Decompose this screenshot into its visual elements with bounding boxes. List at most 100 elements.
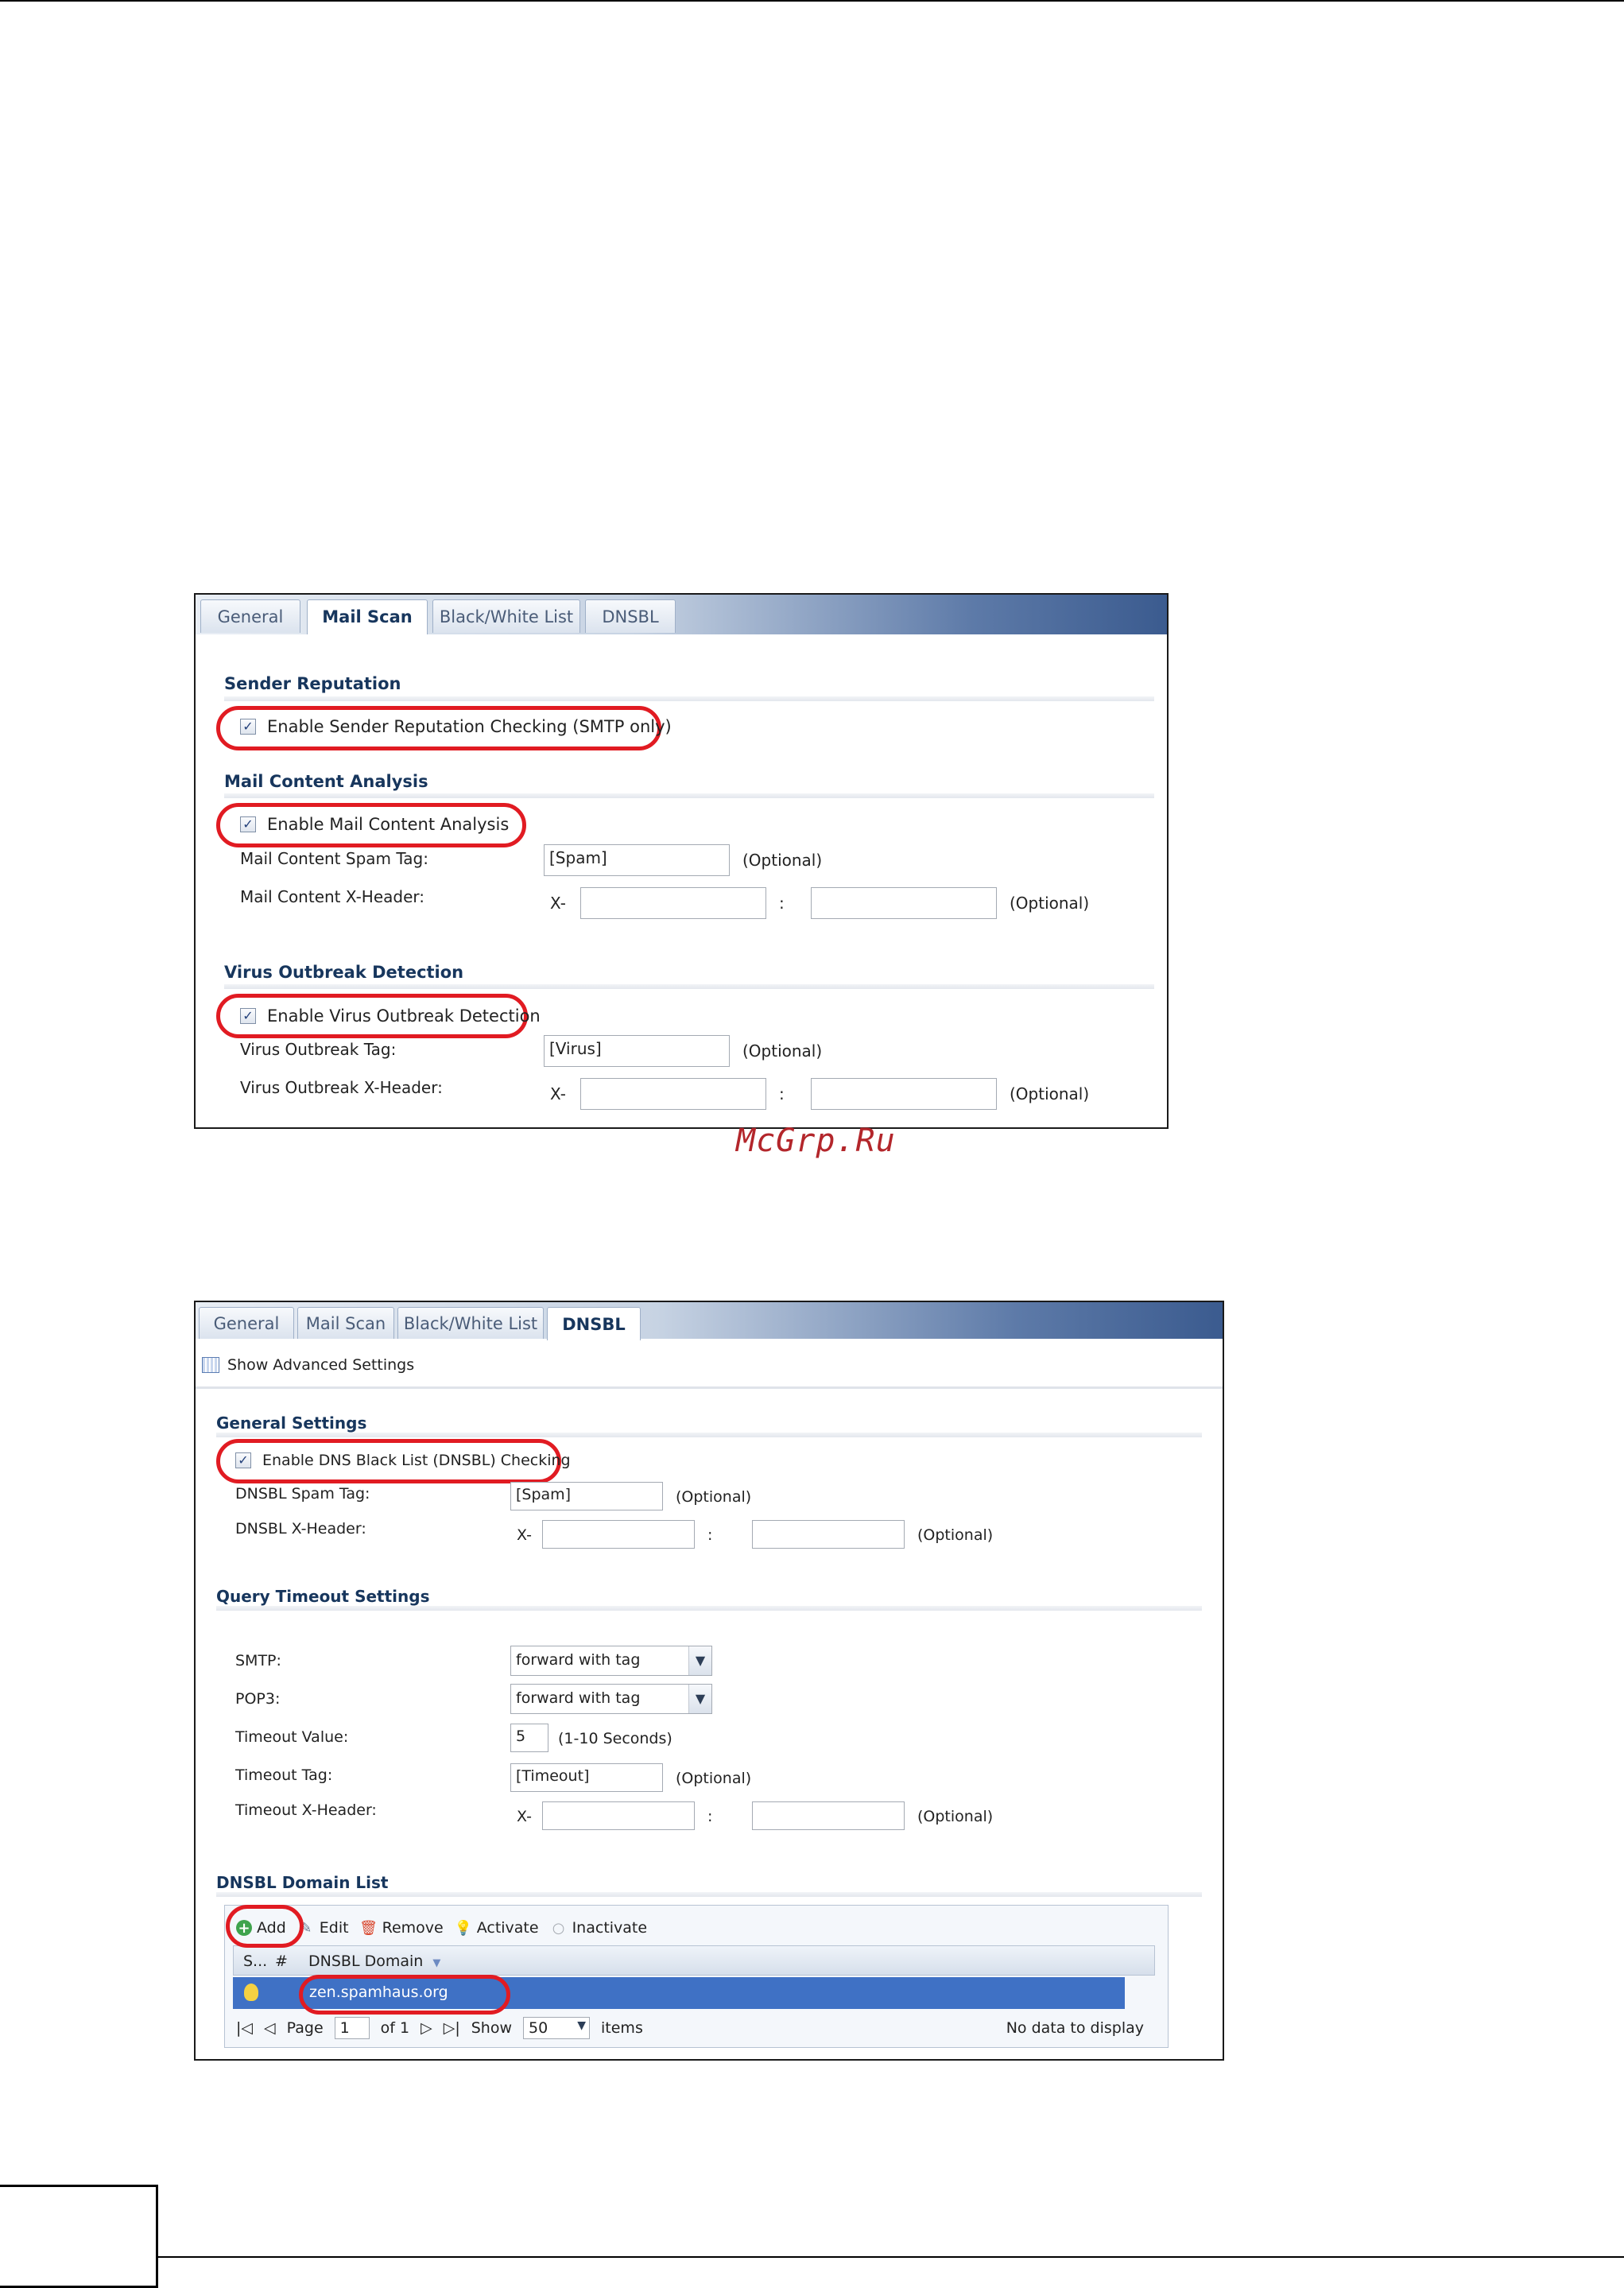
column-header-status[interactable]: S...: [243, 1953, 267, 1970]
colon-separator: :: [779, 894, 785, 913]
colon-separator: :: [779, 1084, 785, 1103]
page-label: Page: [286, 2019, 324, 2037]
watermark: McGrp.Ru: [736, 1123, 896, 1159]
section-divider: [224, 793, 1154, 798]
section-divider: [216, 1892, 1202, 1897]
edit-button-label: Edit: [319, 1919, 349, 1937]
inactivate-button-label: Inactivate: [572, 1919, 648, 1937]
top-rule: [0, 0, 1624, 2]
dnsbl-xheader-name-input[interactable]: [542, 1520, 695, 1549]
tab-mail-scan[interactable]: Mail Scan: [297, 1307, 394, 1339]
section-divider: [224, 984, 1154, 989]
virus-outbreak-xheader-value-input[interactable]: [811, 1078, 997, 1110]
activate-button-label: Activate: [476, 1919, 539, 1937]
mail-content-checkbox[interactable]: ✓: [240, 816, 256, 832]
timeout-value-input[interactable]: 5: [510, 1724, 548, 1752]
section-divider: [196, 1386, 1223, 1389]
section-title-query-timeout: Query Timeout Settings: [216, 1587, 430, 1606]
sender-reputation-checkbox-row[interactable]: ✓ Enable Sender Reputation Checking (SMT…: [240, 717, 672, 736]
highlight-ring: [226, 1905, 304, 1948]
pop3-action-select[interactable]: forward with tag ▼: [510, 1684, 712, 1714]
x-prefix: X-: [517, 1526, 532, 1544]
timeout-xheader-value-input[interactable]: [752, 1801, 905, 1830]
page-number-input[interactable]: 1: [334, 2017, 370, 2039]
previous-page-icon[interactable]: ◁: [264, 2019, 276, 2037]
lightbulb-on-icon: 💡: [454, 1919, 472, 1937]
tab-dnsbl[interactable]: DNSBL: [547, 1307, 641, 1340]
optional-note: (Optional): [1010, 1084, 1090, 1103]
dnsbl-enable-label: Enable DNS Black List (DNSBL) Checking: [262, 1452, 571, 1469]
advanced-settings-icon: [202, 1357, 219, 1373]
mail-content-label: Enable Mail Content Analysis: [267, 815, 510, 834]
dnsbl-enable-checkbox[interactable]: ✓: [235, 1452, 251, 1468]
virus-outbreak-tag-label: Virus Outbreak Tag:: [240, 1040, 397, 1059]
timeout-xheader-label: Timeout X-Header:: [235, 1801, 377, 1819]
sender-reputation-checkbox[interactable]: ✓: [240, 719, 256, 735]
tab-bar: General Mail Scan Black/White List DNSBL: [196, 595, 1167, 634]
pop3-label: POP3:: [235, 1690, 281, 1708]
last-page-icon[interactable]: ▷|: [444, 2019, 460, 2037]
activate-button[interactable]: 💡 Activate: [455, 1919, 539, 1937]
pager-status: No data to display: [1006, 2019, 1144, 2037]
timeout-xheader-name-input[interactable]: [542, 1801, 695, 1830]
tab-general[interactable]: General: [199, 1307, 294, 1339]
tab-general[interactable]: General: [200, 599, 300, 633]
mail-content-xheader-name-input[interactable]: [580, 887, 766, 919]
virus-outbreak-tag-input[interactable]: [Virus]: [544, 1035, 730, 1067]
mail-content-xheader-value-input[interactable]: [811, 887, 997, 919]
section-divider: [224, 696, 1154, 701]
column-header-domain-label: DNSBL Domain: [308, 1953, 424, 1970]
trash-icon: 🗑: [359, 1919, 378, 1937]
virus-outbreak-xheader-name-input[interactable]: [580, 1078, 766, 1110]
virus-outbreak-checkbox-row[interactable]: ✓ Enable Virus Outbreak Detection: [240, 1006, 541, 1026]
section-divider: [216, 1606, 1202, 1611]
tab-mail-scan[interactable]: Mail Scan: [307, 599, 428, 634]
section-title-sender-reputation: Sender Reputation: [224, 674, 401, 693]
dnsbl-xheader-value-input[interactable]: [752, 1520, 905, 1549]
remove-button[interactable]: 🗑 Remove: [359, 1919, 444, 1937]
edit-button[interactable]: ✎ Edit: [297, 1919, 349, 1937]
show-advanced-settings-link[interactable]: Show Advanced Settings: [202, 1356, 414, 1374]
status-lightbulb-icon: [244, 1984, 258, 2001]
optional-note: (Optional): [742, 1041, 823, 1061]
optional-note: (Optional): [676, 1488, 752, 1506]
colon-separator: :: [707, 1526, 713, 1544]
mail-content-spam-tag-label: Mail Content Spam Tag:: [240, 849, 428, 868]
inactivate-button[interactable]: ○ Inactivate: [550, 1919, 648, 1937]
first-page-icon[interactable]: |◁: [236, 2019, 253, 2037]
mail-content-checkbox-row[interactable]: ✓ Enable Mail Content Analysis: [240, 815, 509, 834]
smtp-label: SMTP:: [235, 1652, 281, 1669]
timeout-tag-input[interactable]: [Timeout]: [510, 1763, 663, 1792]
dnsbl-spam-tag-input[interactable]: [Spam]: [510, 1482, 663, 1510]
tab-dnsbl[interactable]: DNSBL: [585, 599, 676, 633]
dnsbl-panel: General Mail Scan Black/White List DNSBL…: [194, 1301, 1224, 2061]
tab-black-white-list[interactable]: Black/White List: [397, 1307, 544, 1339]
page-count: of 1: [380, 2019, 410, 2037]
section-title-virus-outbreak: Virus Outbreak Detection: [224, 963, 464, 982]
chevron-down-icon[interactable]: ▼: [688, 1685, 711, 1713]
dnsbl-xheader-label: DNSBL X-Header:: [235, 1520, 366, 1538]
optional-note: (Optional): [917, 1526, 994, 1544]
optional-note: (Optional): [742, 851, 823, 870]
page-number-box: [0, 2185, 158, 2288]
column-header-domain[interactable]: DNSBL Domain ▼: [308, 1953, 440, 1970]
pop3-action-value: forward with tag: [516, 1689, 641, 1707]
sort-arrow-icon: ▼: [432, 1957, 441, 1969]
section-title-mail-content: Mail Content Analysis: [224, 772, 428, 791]
column-header-number[interactable]: #: [275, 1953, 288, 1970]
next-page-icon[interactable]: ▷: [421, 2019, 432, 2037]
x-prefix: X-: [550, 1084, 566, 1103]
virus-outbreak-label: Enable Virus Outbreak Detection: [267, 1006, 541, 1026]
optional-note: (Optional): [917, 1808, 994, 1825]
dnsbl-enable-checkbox-row[interactable]: ✓ Enable DNS Black List (DNSBL) Checking: [235, 1452, 571, 1469]
domain-list-header: S... # DNSBL Domain ▼: [233, 1945, 1155, 1976]
tab-black-white-list[interactable]: Black/White List: [432, 599, 580, 633]
timeout-unit-note: (1-10 Seconds): [558, 1730, 672, 1747]
smtp-action-select[interactable]: forward with tag ▼: [510, 1646, 712, 1676]
chevron-down-icon[interactable]: ▼: [688, 1646, 711, 1675]
items-per-page-select[interactable]: 50 ▼: [523, 2017, 591, 2039]
items-per-page-value: 50: [529, 2019, 548, 2037]
virus-outbreak-checkbox[interactable]: ✓: [240, 1008, 256, 1024]
mail-content-spam-tag-input[interactable]: [Spam]: [544, 844, 730, 876]
mail-scan-panel: General Mail Scan Black/White List DNSBL…: [194, 593, 1169, 1129]
